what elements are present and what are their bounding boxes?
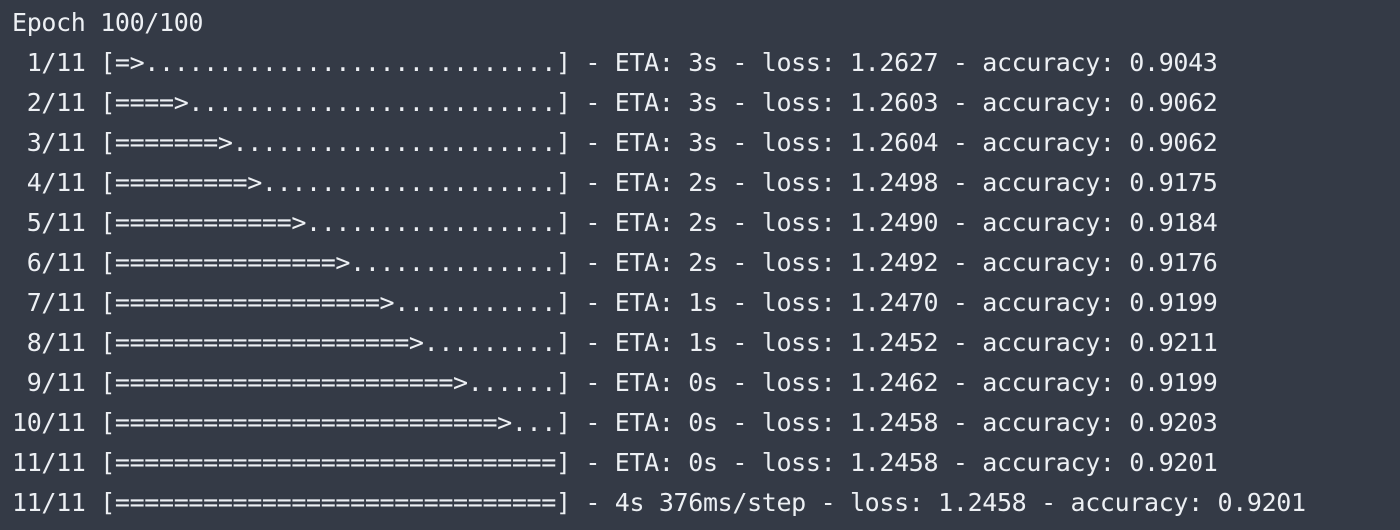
- progress-line-step-5: 5/11 [============>.................] - …: [12, 208, 1218, 237]
- progress-line-step-2: 2/11 [====>.........................] - …: [12, 88, 1218, 117]
- progress-line-step-1: 1/11 [=>............................] - …: [12, 48, 1218, 77]
- progress-line-step-9: 9/11 [=======================>......] - …: [12, 368, 1218, 397]
- progress-line-step-7: 7/11 [==================>...........] - …: [12, 288, 1218, 317]
- epoch-summary-line: 11/11 [==============================] -…: [12, 488, 1306, 517]
- progress-line-step-11: 11/11 [==============================] -…: [12, 448, 1218, 477]
- epoch-header: Epoch 100/100: [12, 8, 204, 37]
- progress-line-step-6: 6/11 [===============>..............] - …: [12, 248, 1218, 277]
- progress-line-step-10: 10/11 [==========================>...] -…: [12, 408, 1218, 437]
- progress-line-step-8: 8/11 [====================>.........] - …: [12, 328, 1218, 357]
- terminal-output: Epoch 100/100 1/11 [=>..................…: [0, 0, 1400, 530]
- progress-line-step-4: 4/11 [=========>....................] - …: [12, 168, 1218, 197]
- progress-line-step-3: 3/11 [=======>......................] - …: [12, 128, 1218, 157]
